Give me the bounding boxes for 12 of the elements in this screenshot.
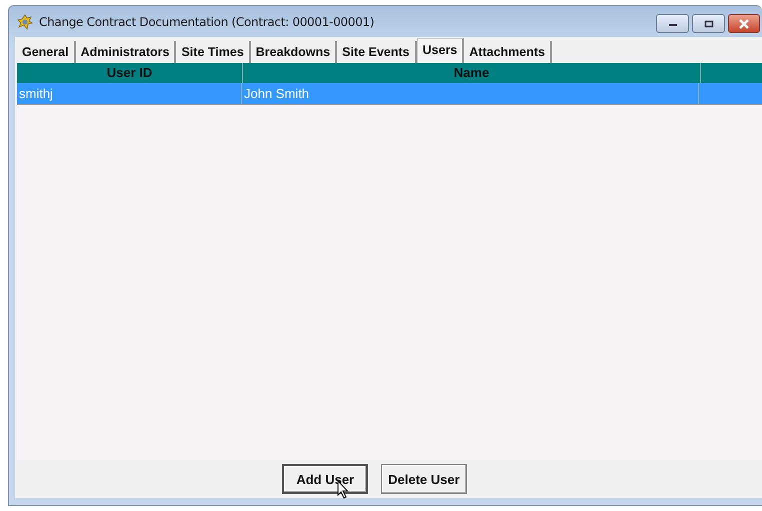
tab[interactable]: Users [416, 38, 464, 63]
app-icon [17, 14, 33, 30]
table-cell: smithj [17, 83, 242, 104]
close-button[interactable] [728, 14, 760, 33]
close-icon [739, 18, 749, 28]
action-button[interactable]: Delete User [381, 464, 467, 494]
table-cell: John Smith [242, 83, 699, 104]
maximize-icon [704, 20, 714, 28]
minimize-button[interactable] [656, 14, 689, 33]
window-title: Change Contract Documentation (Contract: 00001-00001) [39, 14, 374, 28]
action-button[interactable]: Add User [282, 464, 368, 494]
maximize-button[interactable] [692, 14, 725, 33]
